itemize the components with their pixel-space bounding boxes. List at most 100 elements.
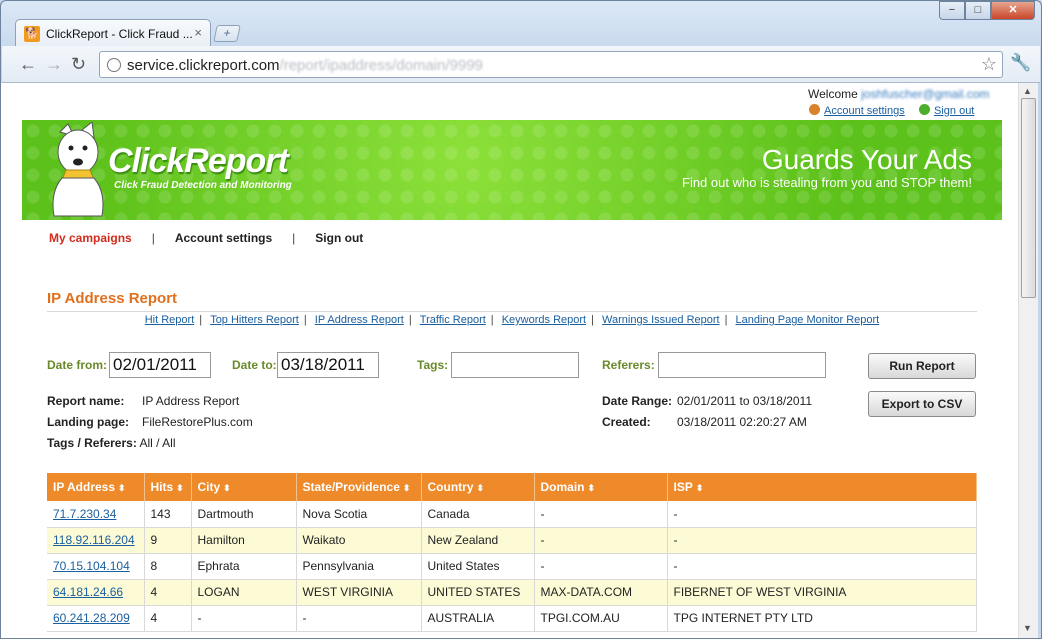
forward-arrow-icon[interactable]: → — [45, 54, 63, 75]
table-cell: Pennsylvania — [296, 553, 422, 580]
subnav-keywords-report[interactable]: Keywords Report — [502, 314, 586, 326]
table-cell: Nova Scotia — [296, 501, 422, 528]
nav-sign-out[interactable]: Sign out — [315, 231, 363, 245]
sort-icon: ⬍ — [587, 483, 596, 493]
sort-icon: ⬍ — [176, 483, 184, 493]
nav-account-settings[interactable]: Account settings — [175, 231, 272, 245]
date-from-input[interactable]: 02/01/2011 — [109, 352, 211, 378]
created-label: Created: — [602, 415, 651, 429]
table-cell: - — [667, 501, 977, 528]
browser-tab[interactable]: 🐕 ClickReport - Click Fraud ... × — [15, 19, 211, 46]
sort-icon: ⬍ — [402, 483, 411, 493]
tags-referers-row: Tags / Referers: All / All — [47, 436, 176, 450]
table-cell: Ephrata — [191, 553, 297, 580]
column-header-ip-address[interactable]: IP Address ⬍ — [47, 473, 145, 501]
maximize-button[interactable]: □ — [965, 1, 991, 20]
user-email: joshfuscher@gmail.com — [861, 87, 990, 101]
table-header-row: IP Address ⬍ Hits ⬍ City ⬍ State/Providence… — [47, 473, 977, 501]
ip-link[interactable]: 71.7.230.34 — [53, 507, 116, 521]
table-cell: AUSTRALIA — [421, 605, 535, 632]
window-controls: − □ ✕ — [939, 1, 1035, 20]
subnav-top-hitters-report[interactable]: Top Hitters Report — [210, 314, 299, 326]
column-header-state[interactable]: State/Providence ⬍ — [296, 473, 422, 501]
nav-separator: | — [292, 231, 296, 245]
ip-link[interactable]: 118.92.116.204 — [53, 533, 135, 547]
table-cell: FIBERNET OF WEST VIRGINIA — [667, 579, 977, 606]
table-cell: Canada — [421, 501, 535, 528]
report-name-value: IP Address Report — [142, 394, 240, 408]
column-header-domain[interactable]: Domain ⬍ — [534, 473, 668, 501]
new-tab-button[interactable]: + — [213, 25, 241, 42]
account-settings-link[interactable]: Account settings — [809, 104, 905, 117]
referers-input[interactable] — [658, 352, 826, 378]
table-cell: - — [667, 527, 977, 554]
report-name-row: Report name: — [47, 394, 125, 408]
sort-icon: ⬍ — [695, 483, 704, 493]
ip-link[interactable]: 64.181.24.66 — [53, 585, 123, 599]
exit-icon — [919, 104, 930, 115]
table-cell: LOGAN — [191, 579, 297, 606]
scrollbar-thumb[interactable] — [1021, 98, 1036, 298]
browser-toolbar: ← → ↻ service.clickreport.com/report/ipa… — [2, 46, 1040, 83]
table-cell: Dartmouth — [191, 501, 297, 528]
landing-page-value: FileRestorePlus.com — [142, 415, 253, 429]
date-range-value: 02/01/2011 to 03/18/2011 — [677, 394, 813, 408]
nav-separator: | — [151, 231, 155, 245]
page-content: Welcome joshfuscher@gmail.com Account se… — [1, 83, 1018, 638]
subnav-warnings-issued-report[interactable]: Warnings Issued Report — [602, 314, 720, 326]
banner-headline: Guards Your Ads — [761, 144, 972, 175]
table-cell: Hamilton — [191, 527, 297, 554]
minimize-button[interactable]: − — [939, 1, 965, 20]
table-cell: - — [296, 605, 422, 632]
banner-tagline: Find out who is stealing from you and ST… — [682, 175, 972, 190]
tab-title: ClickReport - Click Fraud ... — [46, 27, 193, 41]
ip-link[interactable]: 60.241.28.209 — [53, 611, 130, 625]
ip-link[interactable]: 70.15.104.104 — [53, 559, 130, 573]
table-row: 118.92.116.204 9 Hamilton Waikato New Ze… — [47, 527, 977, 554]
clickreport-logo[interactable]: ClickReport — [108, 142, 289, 181]
header-banner: ClickReport Click Fraud Detection and Mo… — [22, 120, 1002, 220]
close-window-button[interactable]: ✕ — [991, 1, 1035, 20]
export-csv-button[interactable]: Export to CSV — [868, 391, 976, 417]
table-cell: 9 — [144, 527, 192, 554]
scroll-up-icon[interactable]: ▲ — [1023, 86, 1032, 96]
scroll-down-icon[interactable]: ▼ — [1023, 623, 1032, 633]
table-cell: Waikato — [296, 527, 422, 554]
address-bar[interactable]: service.clickreport.com/report/ipaddress… — [99, 51, 1003, 78]
bookmark-star-icon[interactable]: ☆ — [981, 54, 997, 75]
table-row: 70.15.104.104 8 Ephrata Pennsylvania Uni… — [47, 553, 977, 580]
subnav-hit-report[interactable]: Hit Report — [145, 314, 195, 326]
table-cell: 8 — [144, 553, 192, 580]
table-cell: MAX-DATA.COM — [534, 579, 668, 606]
nav-my-campaigns[interactable]: My campaigns — [49, 231, 132, 245]
welcome-text: Welcome joshfuscher@gmail.com — [808, 87, 990, 101]
main-navigation: My campaigns | Account settings | Sign o… — [49, 231, 363, 245]
landing-page-row: Landing page: — [47, 415, 129, 429]
subnav-landing-page-monitor-report[interactable]: Landing Page Monitor Report — [736, 314, 880, 326]
subnav-traffic-report[interactable]: Traffic Report — [420, 314, 486, 326]
globe-icon — [107, 58, 121, 72]
column-header-country[interactable]: Country ⬍ — [421, 473, 535, 501]
date-from-label: Date from: — [47, 358, 108, 372]
date-to-input[interactable]: 03/18/2011 — [277, 352, 379, 378]
run-report-button[interactable]: Run Report — [868, 353, 976, 379]
tags-input[interactable] — [451, 352, 579, 378]
sign-out-link[interactable]: Sign out — [919, 104, 974, 117]
terrier-mascot-icon — [52, 122, 104, 217]
sort-icon: ⬍ — [118, 483, 126, 493]
date-to-label: Date to: — [232, 358, 277, 372]
reload-icon[interactable]: ↻ — [71, 54, 86, 75]
ip-address-table: IP Address ⬍ Hits ⬍ City ⬍ State/Providence… — [47, 473, 977, 632]
referers-label: Referers: — [602, 358, 655, 372]
table-cell: 143 — [144, 501, 192, 528]
column-header-hits[interactable]: Hits ⬍ — [144, 473, 192, 501]
vertical-scrollbar[interactable]: ▲ ▼ — [1018, 83, 1038, 638]
wrench-icon[interactable]: 🔧 — [1010, 53, 1031, 73]
back-arrow-icon[interactable]: ← — [19, 54, 37, 75]
subnav-ip-address-report[interactable]: IP Address Report — [315, 314, 404, 326]
sort-icon: ⬍ — [223, 483, 231, 493]
tab-close-icon[interactable]: × — [194, 25, 202, 40]
logo-subtitle: Click Fraud Detection and Monitoring — [114, 180, 292, 191]
column-header-isp[interactable]: ISP ⬍ — [667, 473, 977, 501]
column-header-city[interactable]: City ⬍ — [191, 473, 297, 501]
